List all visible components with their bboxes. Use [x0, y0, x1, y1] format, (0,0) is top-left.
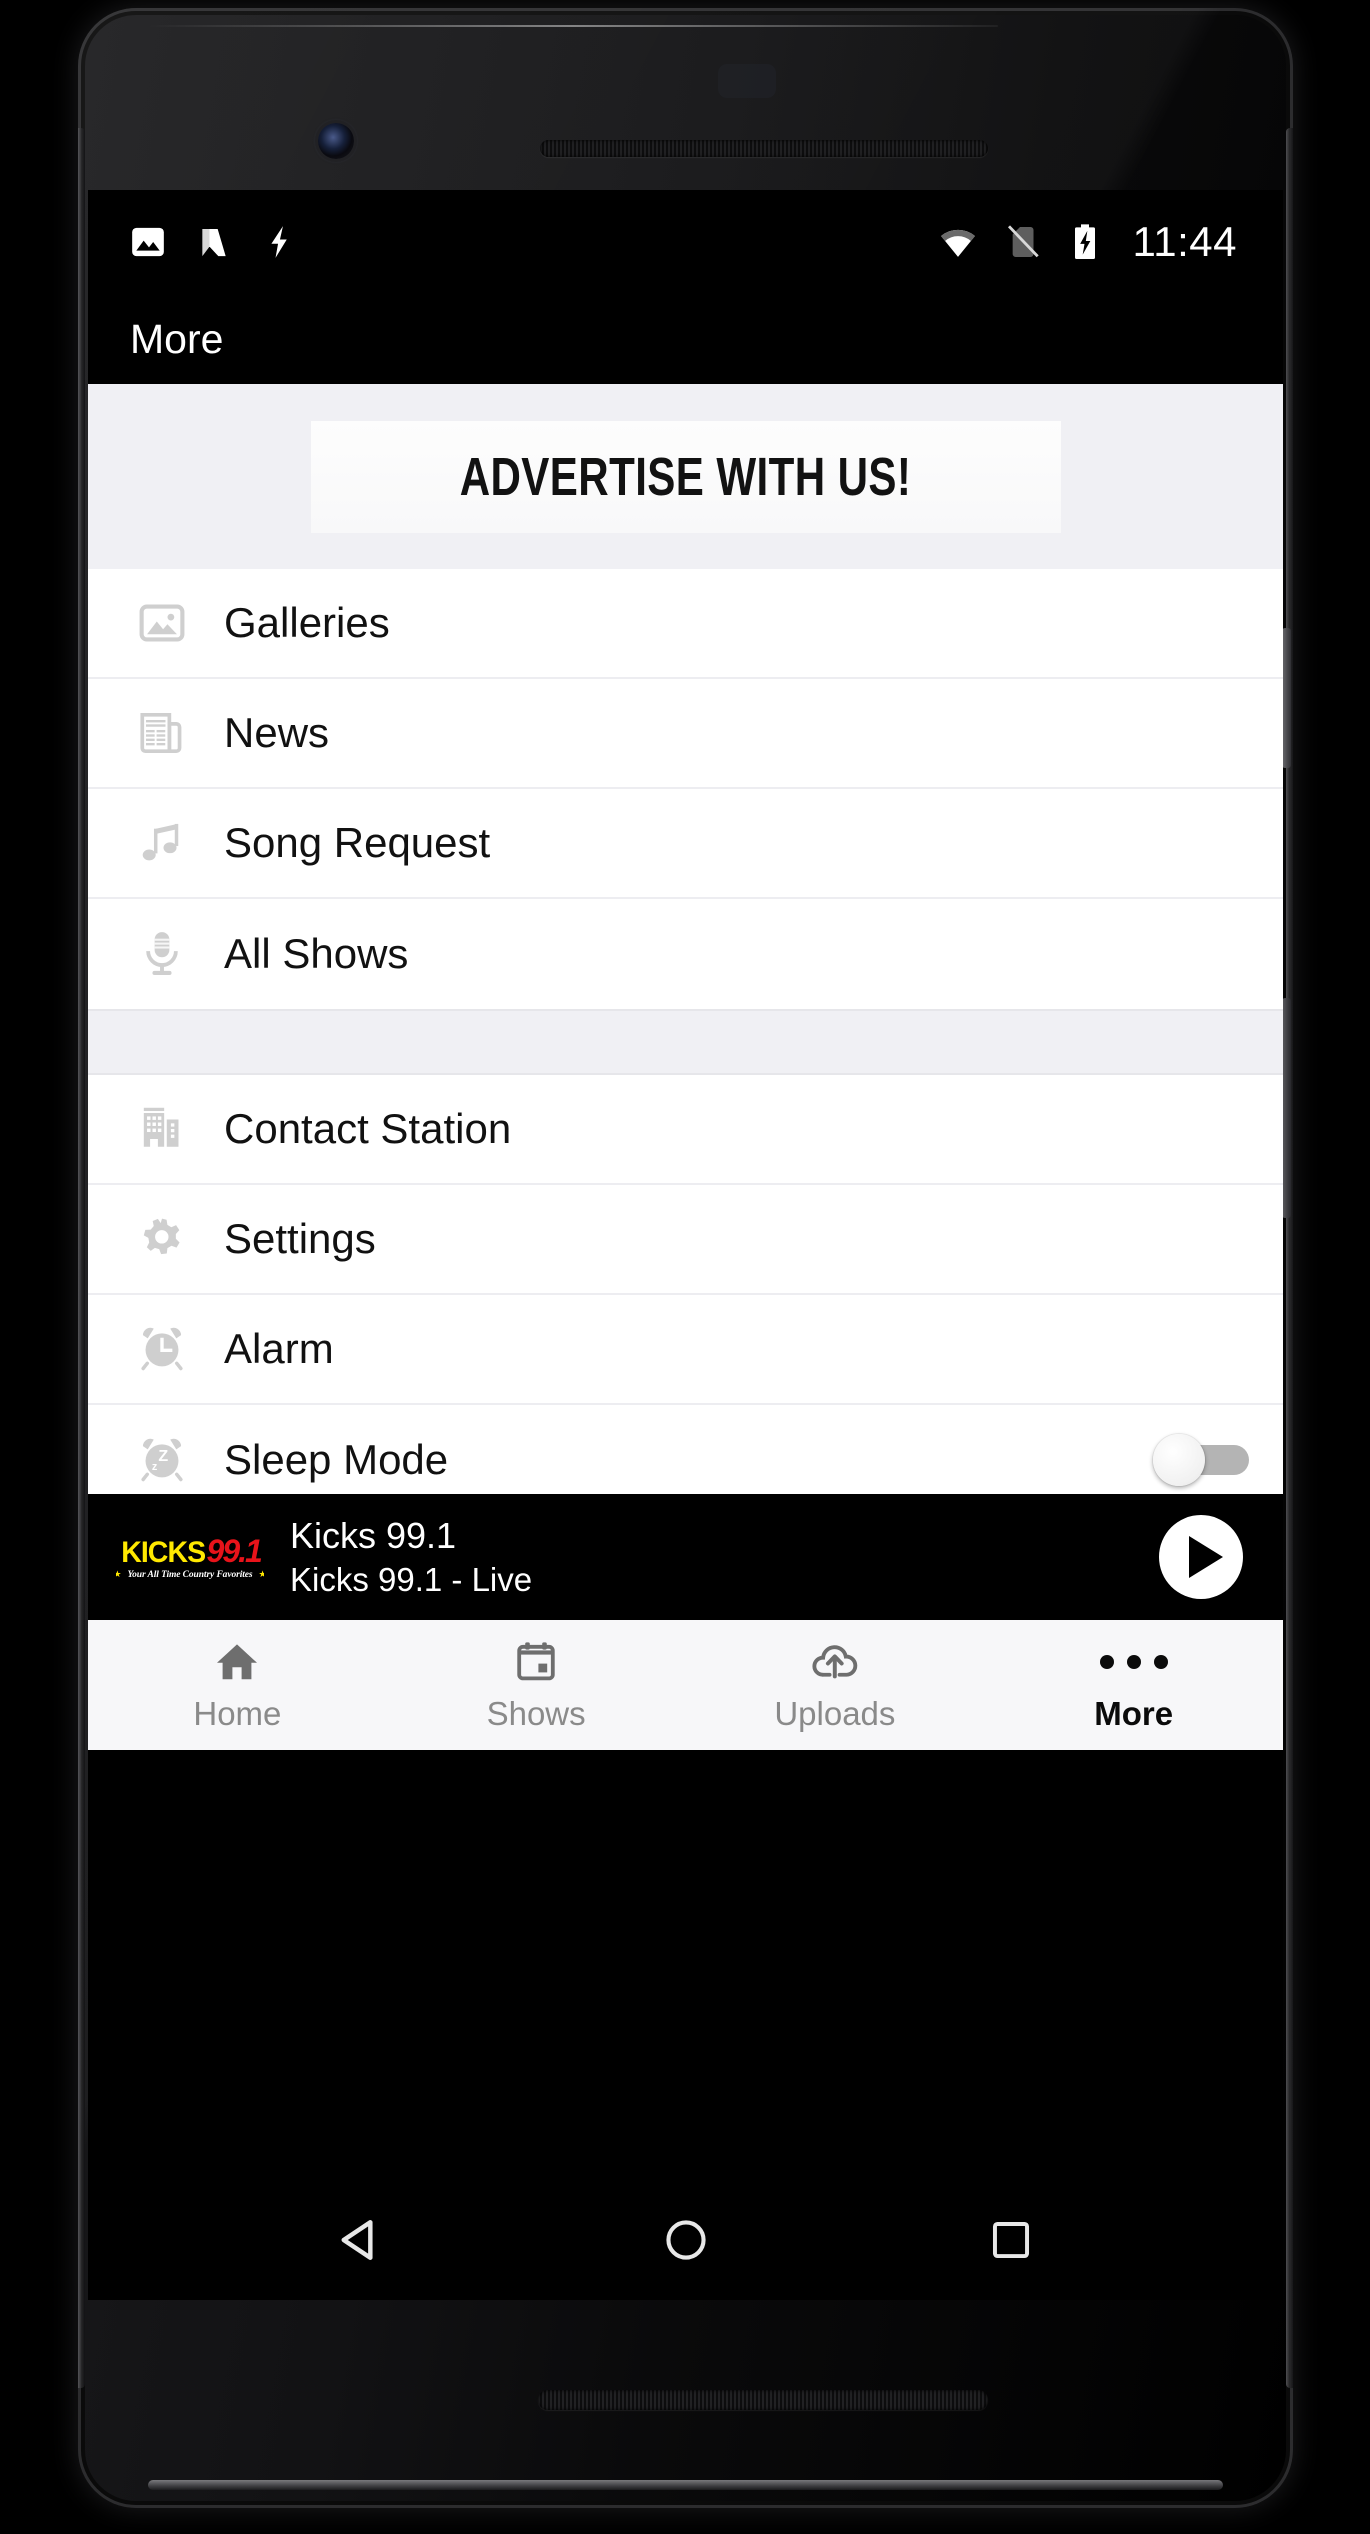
menu-item-label: All Shows: [224, 930, 409, 977]
page-title: More: [130, 315, 224, 362]
tab-uploads[interactable]: Uploads: [686, 1620, 985, 1750]
bottom-speaker-icon: [538, 2390, 988, 2410]
phone-screen: 11:44 More ADVERTISE WITH US! Galleries …: [88, 190, 1283, 2300]
volume-button[interactable]: [1282, 998, 1291, 1218]
microphone-icon: [134, 926, 190, 982]
menu-item-alarm[interactable]: Alarm: [88, 1295, 1283, 1405]
menu-item-label: News: [224, 709, 330, 756]
tab-home[interactable]: Home: [88, 1620, 387, 1750]
advertisement-banner[interactable]: ADVERTISE WITH US!: [88, 384, 1283, 569]
app-bar: More: [88, 294, 1283, 384]
screenshot-icon: [128, 222, 168, 262]
bezel-highlight-line: [148, 25, 998, 27]
tab-label: More: [1094, 1694, 1174, 1732]
flash-icon: [260, 223, 298, 261]
logo-tagline-row: ★ Your All Time Country Favorites ★: [116, 1570, 264, 1580]
front-camera-icon: [318, 123, 354, 159]
play-icon: [1189, 1536, 1223, 1578]
device-right-rail: [1286, 128, 1293, 2388]
tab-label: Uploads: [774, 1694, 896, 1732]
player-now-playing: Kicks 99.1 - Live: [290, 1561, 533, 1598]
calendar-icon: [512, 1638, 560, 1686]
sleep-mode-toggle[interactable]: [1153, 1432, 1249, 1488]
tab-shows[interactable]: Shows: [387, 1620, 686, 1750]
building-icon: [134, 1101, 190, 1157]
menu-item-label: Galleries: [224, 599, 390, 646]
dot: [1126, 1654, 1141, 1669]
menu-item-label: Song Request: [224, 819, 491, 866]
dot: [1153, 1654, 1168, 1669]
menu-item-galleries[interactable]: Galleries: [88, 569, 1283, 679]
logo-star-left-icon: ★: [116, 1569, 122, 1579]
menu-item-label: Sleep Mode: [224, 1436, 449, 1483]
no-sim-icon: [1003, 222, 1043, 262]
gear-icon: [134, 1211, 190, 1267]
ad-banner-text: ADVERTISE WITH US!: [459, 446, 912, 507]
station-logo: KICKS 99.1 ★ Your All Time Country Favor…: [116, 1526, 264, 1588]
menu-item-contact-station[interactable]: Contact Station: [88, 1075, 1283, 1185]
power-button[interactable]: [1282, 628, 1291, 768]
play-button[interactable]: [1159, 1515, 1243, 1599]
mini-player-bar[interactable]: KICKS 99.1 ★ Your All Time Country Favor…: [88, 1494, 1283, 1620]
status-bar: 11:44: [88, 190, 1283, 294]
logo-wordmark-row: KICKS 99.1: [119, 1532, 263, 1569]
logo-star-right-icon: ★: [258, 1569, 265, 1579]
image-icon: [134, 595, 190, 651]
status-bar-clock: 11:44: [1132, 218, 1237, 265]
menu-item-all-shows[interactable]: All Shows: [88, 899, 1283, 1009]
menu-group-primary: Galleries News Song Request All Shows: [88, 569, 1283, 1009]
status-bar-left-icons: [128, 222, 298, 262]
device-bottom-rail: [148, 2480, 1223, 2490]
menu-group-secondary: Contact Station Settings Alarm Z z Sleep…: [88, 1075, 1283, 1494]
menu-item-news[interactable]: News: [88, 679, 1283, 789]
cloud-upload-icon: [810, 1638, 860, 1686]
phone-device-frame: 11:44 More ADVERTISE WITH US! Galleries …: [78, 8, 1293, 2508]
tab-label: Home: [193, 1694, 282, 1732]
home-icon: [213, 1638, 261, 1686]
menu-item-label: Alarm: [224, 1325, 334, 1372]
more-screen-content: ADVERTISE WITH US! Galleries News Song R…: [88, 384, 1283, 1494]
android-navigation-bar: [88, 2180, 1283, 2300]
android-nougat-icon: [194, 222, 234, 262]
menu-item-song-request[interactable]: Song Request: [88, 789, 1283, 899]
logo-tagline: Your All Time Country Favorites: [127, 1569, 253, 1580]
tab-more[interactable]: More: [984, 1620, 1283, 1750]
device-left-rail: [78, 128, 85, 2388]
menu-item-label: Settings: [224, 1215, 376, 1262]
dot: [1099, 1654, 1114, 1669]
player-station-name: Kicks 99.1: [290, 1515, 457, 1556]
menu-item-label: Contact Station: [224, 1105, 512, 1152]
svg-text:z: z: [152, 1461, 158, 1473]
recents-square-icon[interactable]: [951, 2180, 1071, 2300]
overflow-dots-icon: [1099, 1638, 1168, 1686]
logo-frequency: 99.1: [206, 1532, 263, 1569]
battery-charging-icon: [1067, 222, 1103, 262]
menu-item-settings[interactable]: Settings: [88, 1185, 1283, 1295]
player-metadata: Kicks 99.1 Kicks 99.1 - Live: [290, 1515, 532, 1599]
status-bar-right-icons: 11:44: [937, 218, 1238, 266]
ad-creative[interactable]: ADVERTISE WITH US!: [310, 420, 1061, 533]
svg-text:Z: Z: [158, 1447, 168, 1465]
proximity-sensor: [718, 64, 776, 98]
alarm-clock-icon: [134, 1321, 190, 1377]
toggle-knob: [1153, 1434, 1205, 1486]
home-circle-icon[interactable]: [626, 2180, 746, 2300]
menu-item-sleep-mode[interactable]: Z z Sleep Mode: [88, 1405, 1283, 1494]
sleep-timer-icon: Z z: [134, 1432, 190, 1488]
back-icon[interactable]: [301, 2180, 421, 2300]
tab-label: Shows: [486, 1694, 586, 1732]
bottom-tab-bar: Home Shows Uploads More: [88, 1620, 1283, 1750]
earpiece-speaker-icon: [540, 140, 988, 157]
menu-section-divider: [88, 1009, 1283, 1075]
logo-wordmark: KICKS: [121, 1535, 206, 1569]
wifi-icon: [937, 221, 979, 263]
music-note-icon: [134, 815, 190, 871]
newspaper-icon: [134, 705, 190, 761]
